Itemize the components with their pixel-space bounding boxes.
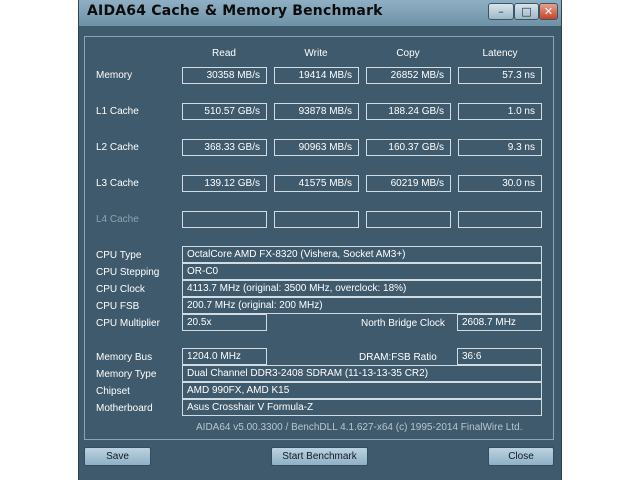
l1-copy-value: 188.24 GB/s [366,103,451,120]
dram-fsb-ratio-label: DRAM:FSB Ratio [359,352,437,363]
l1-latency-value: 1.0 ns [458,103,542,120]
l1-read-value: 510.57 GB/s [182,103,267,120]
l2-copy-value: 160.37 GB/s [366,139,451,156]
cpu-fsb-label: CPU FSB [96,301,140,312]
row-label-l4-cache: L4 Cache [96,214,139,225]
title-bar[interactable]: AIDA64 Cache & Memory Benchmark – □ ✕ [79,0,561,26]
memory-type-value: Dual Channel DDR3-2408 SDRAM (11-13-13-3… [182,365,542,382]
column-header-read: Read [212,48,236,59]
column-header-write: Write [304,48,328,59]
dram-fsb-ratio-value: 36:6 [457,348,542,365]
motherboard-value: Asus Crosshair V Formula-Z [182,399,542,416]
l3-read-value: 139.12 GB/s [182,175,267,192]
maximize-icon[interactable]: □ [514,3,539,20]
l3-write-value: 41575 MB/s [274,175,359,192]
cpu-clock-label: CPU Clock [96,284,145,295]
cpu-multiplier-label: CPU Multiplier [96,318,160,329]
column-header-copy: Copy [396,48,420,59]
north-bridge-clock-label: North Bridge Clock [361,318,445,329]
cpu-type-value: OctalCore AMD FX-8320 (Vishera, Socket A… [182,246,542,263]
memory-latency-value: 57.3 ns [458,67,542,84]
cpu-fsb-value: 200.7 MHz (original: 200 MHz) [182,297,542,314]
memory-type-label: Memory Type [96,369,157,380]
window-title: AIDA64 Cache & Memory Benchmark [87,3,383,19]
cpu-stepping-label: CPU Stepping [96,267,160,278]
memory-read-value: 30358 MB/s [182,67,267,84]
cpu-stepping-value: OR-C0 [182,263,542,280]
l4-latency-value [458,211,542,228]
close-icon[interactable]: ✕ [539,3,558,20]
row-label-l1-cache: L1 Cache [96,106,139,117]
north-bridge-clock-value: 2608.7 MHz [457,314,542,331]
version-footer: AIDA64 v5.00.3300 / BenchDLL 4.1.627-x64… [196,422,523,433]
l2-write-value: 90963 MB/s [274,139,359,156]
chipset-label: Chipset [96,386,130,397]
save-button[interactable]: Save [84,447,151,466]
row-label-l2-cache: L2 Cache [96,142,139,153]
l3-copy-value: 60219 MB/s [366,175,451,192]
close-button[interactable]: Close [488,447,554,466]
cpu-type-label: CPU Type [96,250,142,261]
l3-latency-value: 30.0 ns [458,175,542,192]
l4-write-value [274,211,359,228]
memory-bus-value: 1204.0 MHz [182,348,267,365]
column-header-latency: Latency [482,48,518,59]
chipset-value: AMD 990FX, AMD K15 [182,382,542,399]
motherboard-label: Motherboard [96,403,153,414]
cpu-clock-value: 4113.7 MHz (original: 3500 MHz, overcloc… [182,280,542,297]
memory-bus-label: Memory Bus [96,352,153,363]
l1-write-value: 93878 MB/s [274,103,359,120]
start-benchmark-button[interactable]: Start Benchmark [271,447,368,466]
l2-read-value: 368.33 GB/s [182,139,267,156]
memory-write-value: 19414 MB/s [274,67,359,84]
minimize-icon[interactable]: – [488,3,514,20]
row-label-memory: Memory [96,70,133,81]
l4-read-value [182,211,267,228]
cpu-multiplier-value: 20.5x [182,314,267,331]
l2-latency-value: 9.3 ns [458,139,542,156]
row-label-l3-cache: L3 Cache [96,178,139,189]
memory-copy-value: 26852 MB/s [366,67,451,84]
l4-copy-value [366,211,451,228]
